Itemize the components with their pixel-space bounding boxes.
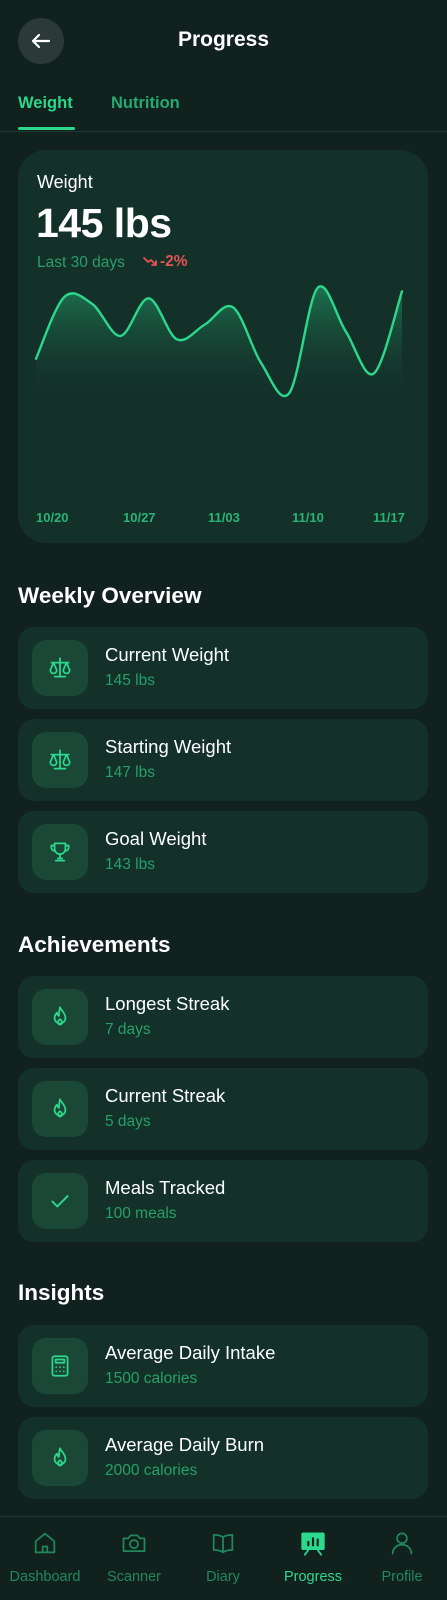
stat-icon-box xyxy=(32,1430,88,1486)
tab-bar: Weight Nutrition xyxy=(0,84,447,132)
trophy-icon xyxy=(50,842,70,862)
bottom-navigation: Dashboard Scanner Diary Progress Profile xyxy=(0,1516,447,1600)
x-tick-label: 11/03 xyxy=(208,510,240,525)
nav-dashboard[interactable]: Dashboard xyxy=(0,1517,90,1600)
nav-profile[interactable]: Profile xyxy=(357,1517,447,1600)
page-title: Progress xyxy=(177,28,270,51)
flame-icon xyxy=(53,1447,67,1467)
trending-down-icon xyxy=(143,257,157,266)
header: Progress xyxy=(0,0,447,84)
stat-value: 143 lbs xyxy=(105,856,155,873)
tab-weight[interactable]: Weight xyxy=(18,94,73,113)
nav-label: Diary xyxy=(206,1569,240,1585)
stat-title: Goal Weight xyxy=(105,828,207,849)
weight-card-label: Weight xyxy=(37,172,93,192)
stat-value: 147 lbs xyxy=(105,764,155,781)
nav-diary[interactable]: Diary xyxy=(178,1517,268,1600)
stat-card-starting-weight[interactable]: Starting Weight 147 lbs xyxy=(18,719,428,801)
tab-nutrition[interactable]: Nutrition xyxy=(111,94,180,113)
stat-card-average-daily-intake[interactable]: Average Daily Intake 1500 calories xyxy=(18,1325,428,1407)
stat-title: Longest Streak xyxy=(105,993,230,1014)
section-title-insights: Insights xyxy=(18,1280,105,1305)
x-tick-label: 10/20 xyxy=(36,510,69,525)
stat-value: 1500 calories xyxy=(105,1370,198,1387)
x-tick-label: 11/10 xyxy=(292,510,324,525)
stat-title: Average Daily Burn xyxy=(105,1434,265,1455)
stat-value: 100 meals xyxy=(105,1205,177,1222)
nav-label: Scanner xyxy=(106,1569,161,1585)
trend-indicator: -2% xyxy=(142,253,188,271)
calculator-icon xyxy=(51,1355,69,1377)
book-icon xyxy=(212,1533,234,1554)
nav-label: Dashboard xyxy=(9,1569,81,1585)
stat-card-current-weight[interactable]: Current Weight 145 lbs xyxy=(18,627,428,709)
period-label: Last 30 days xyxy=(37,254,125,271)
nav-scanner[interactable]: Scanner xyxy=(89,1517,179,1600)
check-icon xyxy=(51,1195,69,1208)
stat-icon-box xyxy=(32,824,88,880)
stat-value: 2000 calories xyxy=(105,1462,198,1479)
stat-title: Current Weight xyxy=(105,644,230,665)
nav-progress[interactable]: Progress xyxy=(268,1517,358,1600)
stat-value: 145 lbs xyxy=(105,672,155,689)
stat-title: Meals Tracked xyxy=(105,1177,226,1198)
stat-card-average-daily-burn[interactable]: Average Daily Burn 2000 calories xyxy=(18,1417,428,1499)
current-weight-value: 145 lbs xyxy=(36,200,172,246)
stat-value: 5 days xyxy=(105,1113,151,1130)
user-icon xyxy=(391,1532,413,1555)
flame-icon xyxy=(53,1006,67,1026)
stat-icon-box xyxy=(32,1173,88,1229)
stat-title: Current Streak xyxy=(105,1085,226,1106)
stat-card-current-streak[interactable]: Current Streak 5 days xyxy=(18,1068,428,1150)
nav-label: Progress xyxy=(283,1569,343,1585)
scale-icon xyxy=(49,749,71,770)
stat-title: Starting Weight xyxy=(105,736,232,757)
stat-card-meals-tracked[interactable]: Meals Tracked 100 meals xyxy=(18,1160,428,1242)
stat-icon-box xyxy=(32,732,88,788)
stat-icon-box xyxy=(32,1338,88,1394)
stat-card-longest-streak[interactable]: Longest Streak 7 days xyxy=(18,976,428,1058)
active-tab-indicator xyxy=(18,127,75,130)
stat-title: Average Daily Intake xyxy=(105,1342,276,1363)
section-title-weekly-overview: Weekly Overview xyxy=(18,583,202,608)
camera-icon xyxy=(122,1534,146,1553)
stat-value: 7 days xyxy=(105,1021,151,1038)
home-icon xyxy=(34,1532,56,1554)
stat-icon-box xyxy=(32,640,88,696)
x-tick-label: 10/27 xyxy=(123,510,156,525)
scale-icon xyxy=(49,657,71,678)
x-tick-label: 11/17 xyxy=(373,510,405,525)
stat-icon-box xyxy=(32,1081,88,1137)
trend-value: -2% xyxy=(160,253,188,270)
weight-card: Weight 145 lbs Last 30 days -2% 10/20 10… xyxy=(18,150,428,543)
section-title-achievements: Achievements xyxy=(18,932,171,957)
nav-label: Profile xyxy=(381,1569,423,1585)
stat-card-goal-weight[interactable]: Goal Weight 143 lbs xyxy=(18,811,428,893)
chart-icon xyxy=(301,1532,325,1556)
stat-icon-box xyxy=(32,989,88,1045)
flame-icon xyxy=(53,1098,67,1118)
